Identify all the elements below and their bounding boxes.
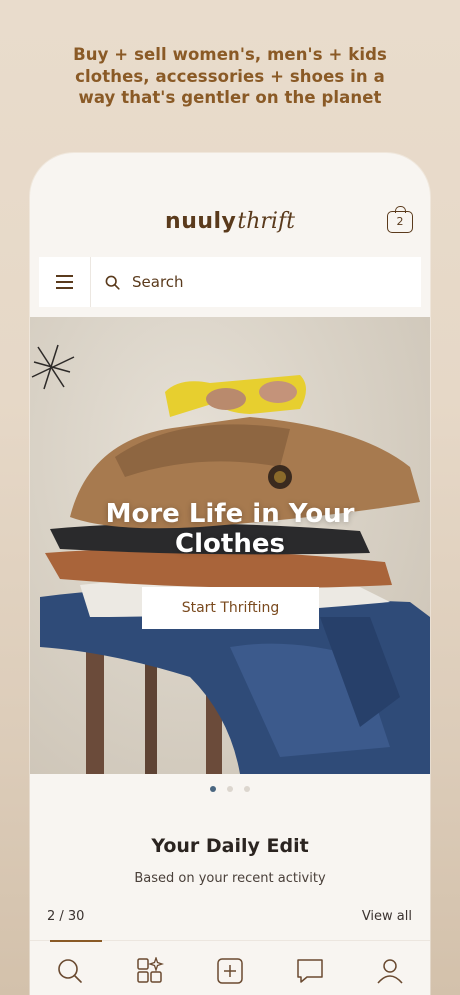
search-input[interactable]	[132, 273, 372, 291]
view-all-link[interactable]: View all	[362, 909, 412, 924]
categories-icon	[137, 956, 164, 983]
phone-screen: nuulythrift 2 Search More Life in Your C…	[30, 153, 430, 995]
hamburger-icon-line	[56, 275, 73, 278]
hero-title-line: Clothes	[175, 529, 285, 559]
messages-icon	[297, 958, 323, 983]
cart-count: 2	[396, 215, 404, 228]
logo-brand: nuuly	[165, 209, 237, 234]
sell-icon	[217, 957, 243, 984]
hamburger-icon-line	[56, 286, 73, 289]
search-icon	[58, 958, 82, 983]
search-field[interactable]	[91, 257, 421, 307]
tagline-line: clothes, accessories + shoes in a	[75, 66, 385, 86]
daily-edit-pager: 2 / 30	[47, 909, 85, 924]
carousel-indicator	[30, 786, 430, 792]
carousel-dot[interactable]	[244, 786, 250, 792]
app-header: nuulythrift 2	[30, 153, 430, 253]
daily-edit-subtitle: Based on your recent activity	[134, 871, 326, 886]
start-thrifting-button[interactable]: Start Thrifting	[142, 587, 319, 629]
logo-sub: thrift	[237, 209, 295, 234]
tagline: Buy + sell women's, men's + kids clothes…	[0, 44, 460, 109]
bottom-tab-bar	[30, 940, 430, 995]
profile-icon	[377, 958, 403, 983]
carousel-dot[interactable]	[227, 786, 233, 792]
hero-title-line: More Life in Your	[105, 499, 355, 529]
hero-title: More Life in Your Clothes	[30, 499, 430, 559]
menu-button[interactable]	[39, 257, 91, 307]
tab-search[interactable]	[30, 940, 110, 995]
hero-banner[interactable]: More Life in Your Clothes Start Thriftin…	[30, 317, 430, 774]
search-icon	[105, 275, 120, 290]
hamburger-icon-line	[56, 281, 73, 283]
search-bar	[39, 257, 421, 307]
tagline-line: Buy + sell women's, men's + kids	[73, 45, 387, 64]
cart-button[interactable]: 2	[387, 206, 413, 233]
tab-messages[interactable]	[270, 941, 350, 995]
carousel-dot[interactable]	[210, 786, 216, 792]
tagline-line: way that's gentler on the planet	[78, 88, 382, 107]
tab-categories[interactable]	[110, 941, 190, 995]
tab-sell[interactable]	[190, 941, 270, 995]
app-logo[interactable]: nuulythrift	[30, 209, 430, 234]
daily-edit-title: Your Daily Edit	[151, 835, 309, 857]
tab-profile[interactable]	[350, 941, 430, 995]
